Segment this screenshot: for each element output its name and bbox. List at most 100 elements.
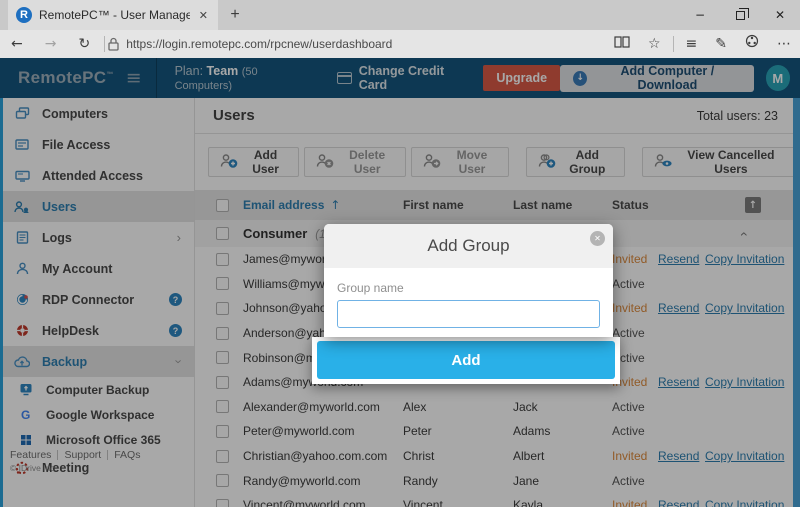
remotepc-favicon-icon: R — [16, 7, 32, 23]
copy-invitation-link[interactable]: Copy Invitation — [705, 498, 784, 507]
row-checkbox[interactable] — [216, 425, 229, 438]
sidebar-item-users[interactable]: Users — [0, 191, 194, 222]
logs-icon — [14, 231, 30, 244]
tab-close-icon[interactable]: ✕ — [197, 9, 210, 22]
divider — [57, 450, 58, 460]
view-cancelled-users-button[interactable]: View Cancelled Users — [642, 147, 795, 177]
page-scrollbar[interactable] — [793, 98, 800, 507]
my-account-icon — [14, 262, 30, 275]
group-checkbox[interactable] — [216, 227, 229, 240]
restore-button[interactable] — [720, 0, 760, 30]
sidebar-item-helpdesk[interactable]: HelpDesk? — [0, 315, 194, 346]
sidebar-item-backup[interactable]: Backup› — [0, 346, 194, 377]
support-link[interactable]: Support — [64, 449, 101, 461]
upgrade-button[interactable]: Upgrade — [483, 65, 560, 91]
delete-user-button[interactable]: Delete User — [304, 147, 406, 177]
more-options-icon[interactable]: ⋯ — [768, 30, 800, 58]
modal-close-icon[interactable]: ✕ — [590, 231, 605, 246]
close-button[interactable]: ✕ — [760, 0, 800, 30]
resend-link[interactable]: Resend — [658, 252, 699, 266]
column-status[interactable]: Status — [612, 198, 658, 212]
group-add-icon — [538, 154, 556, 171]
resend-link[interactable]: Resend — [658, 449, 699, 463]
avatar[interactable]: M — [766, 65, 790, 91]
help-icon[interactable]: ? — [169, 324, 182, 337]
favorites-star-icon[interactable]: ☆ — [639, 30, 670, 58]
column-last-name[interactable]: Last name — [513, 198, 612, 212]
row-checkbox[interactable] — [216, 376, 229, 389]
first-name-cell: Peter — [403, 424, 513, 438]
row-checkbox[interactable] — [216, 499, 229, 507]
add-computer-download-button[interactable]: ↓ Add Computer / Download — [560, 65, 754, 92]
row-checkbox[interactable] — [216, 302, 229, 315]
user-add-icon — [220, 154, 238, 171]
row-checkbox[interactable] — [216, 351, 229, 364]
first-name-cell: Alex — [403, 400, 513, 414]
back-button[interactable]: ← — [0, 30, 34, 58]
sidebar-item-google-workspace[interactable]: GGoogle Workspace — [0, 402, 194, 427]
help-icon[interactable]: ? — [169, 293, 182, 306]
column-email[interactable]: Email address↑ — [243, 198, 403, 212]
rdp-connector-icon — [14, 293, 30, 306]
web-note-pen-icon[interactable]: ✎ — [706, 30, 736, 58]
add-group-button[interactable]: Add Group — [526, 147, 625, 177]
sidebar-item-computer-backup[interactable]: Computer Backup — [0, 377, 194, 402]
group-name-input[interactable] — [337, 300, 600, 328]
row-checkbox[interactable] — [216, 277, 229, 290]
copy-invitation-link[interactable]: Copy Invitation — [705, 301, 784, 315]
add-group-submit-button[interactable]: Add — [317, 341, 615, 379]
row-checkbox[interactable] — [216, 253, 229, 266]
user-delete-icon — [316, 154, 334, 171]
hub-menu-icon[interactable]: ≡ — [677, 30, 707, 58]
sidebar-item-my-account[interactable]: My Account — [0, 253, 194, 284]
button-label: Delete User — [340, 148, 394, 176]
resend-link[interactable]: Resend — [658, 301, 699, 315]
export-users-icon[interactable]: ↑ — [745, 197, 761, 213]
copy-invitation-link[interactable]: Copy Invitation — [705, 375, 784, 389]
column-first-name[interactable]: First name — [403, 198, 513, 212]
minimize-button[interactable]: − — [680, 0, 720, 30]
new-tab-button[interactable]: + — [218, 0, 252, 30]
sidebar-item-logs[interactable]: Logs› — [0, 222, 194, 253]
resend-link[interactable]: Resend — [658, 375, 699, 389]
row-checkbox[interactable] — [216, 450, 229, 463]
browser-tabstrip: R RemotePC™ - User Management ✕ + − ✕ — [0, 0, 800, 30]
first-name-cell: Christ — [403, 449, 513, 463]
email-cell: Randy@myworld.com — [243, 474, 403, 488]
group-name-label: Group name — [337, 281, 600, 295]
reading-view-icon[interactable] — [605, 30, 639, 58]
add-user-button[interactable]: Add User — [208, 147, 299, 177]
total-users: Total users: 23 — [697, 109, 778, 123]
copy-invitation-link[interactable]: Copy Invitation — [705, 252, 784, 266]
sidebar-item-file-access[interactable]: File Access — [0, 129, 194, 160]
attended-access-icon — [14, 170, 30, 182]
move-user-button[interactable]: Move User — [411, 147, 508, 177]
sidebar-item-computers[interactable]: Computers — [0, 98, 194, 129]
computer-backup-icon — [18, 383, 34, 396]
page-title: Users — [213, 107, 255, 124]
tab-title: RemotePC™ - User Management — [39, 8, 190, 22]
share-icon[interactable] — [736, 30, 768, 58]
faqs-link[interactable]: FAQs — [114, 449, 140, 461]
copy-invitation-link[interactable]: Copy Invitation — [705, 449, 784, 463]
sidebar-item-label: Logs — [42, 231, 72, 245]
browser-navbar: ← → ↻ https://login.remotepc.com/rpcnew/… — [0, 30, 800, 58]
select-all-checkbox[interactable] — [216, 199, 229, 212]
forward-button[interactable]: → — [34, 30, 68, 58]
first-name-cell: Randy — [403, 474, 513, 488]
refresh-button[interactable]: ↻ — [67, 30, 101, 58]
status-badge: Invited — [612, 449, 658, 463]
row-checkbox[interactable] — [216, 474, 229, 487]
hamburger-menu-icon[interactable]: ≡ — [126, 67, 142, 89]
collapse-group-icon[interactable]: › — [734, 231, 750, 236]
browser-tab[interactable]: R RemotePC™ - User Management ✕ — [8, 0, 218, 30]
features-link[interactable]: Features — [10, 449, 51, 461]
sidebar-item-label: Attended Access — [42, 169, 143, 183]
row-checkbox[interactable] — [216, 327, 229, 340]
sidebar-item-rdp-connector[interactable]: RDP Connector? — [0, 284, 194, 315]
row-checkbox[interactable] — [216, 400, 229, 413]
address-bar[interactable]: https://login.remotepc.com/rpcnew/userda… — [108, 37, 605, 51]
resend-link[interactable]: Resend — [658, 498, 699, 507]
sidebar-item-attended-access[interactable]: Attended Access — [0, 160, 194, 191]
change-credit-card-button[interactable]: Change Credit Card — [337, 64, 470, 92]
